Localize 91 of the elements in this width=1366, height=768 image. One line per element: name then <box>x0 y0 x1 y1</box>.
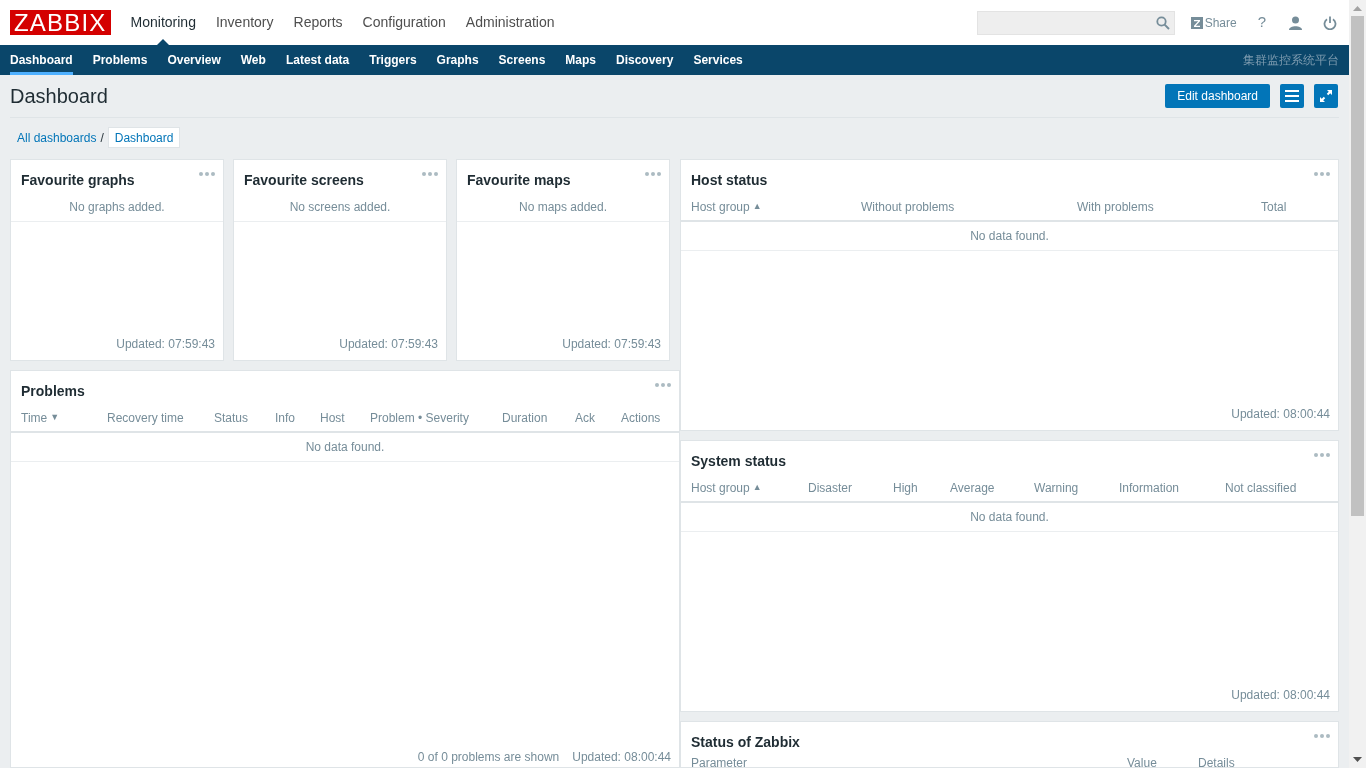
column-header[interactable]: Information <box>1119 478 1180 497</box>
column-header[interactable]: Without problems <box>861 197 955 216</box>
empty-message: No data found. <box>970 228 1049 245</box>
breadcrumb-separator: / <box>100 129 104 147</box>
widget-title: Problems <box>21 383 85 399</box>
menu-tab[interactable]: Reports <box>293 12 343 33</box>
z-logo-icon <box>1190 16 1203 29</box>
page-title: Dashboard <box>10 84 108 109</box>
fullscreen-button[interactable] <box>1314 84 1338 108</box>
column-header[interactable]: Actions <box>621 408 661 427</box>
column-header[interactable]: Host <box>320 408 345 427</box>
user-icon[interactable] <box>1288 15 1303 30</box>
widget-title: Favourite maps <box>467 172 571 188</box>
logo[interactable]: ZABBIX <box>10 10 111 35</box>
column-header[interactable]: Host group <box>691 197 750 216</box>
column-header[interactable]: Duration <box>502 408 548 427</box>
empty-message: No data found. <box>970 509 1049 526</box>
column-header[interactable]: Total <box>1261 197 1287 216</box>
empty-message: No data found. <box>305 439 385 456</box>
menu-tab[interactable]: Monitoring <box>130 12 196 33</box>
scrollbar[interactable] <box>1349 0 1366 768</box>
updated-time: Updated: 07:59:43 <box>562 336 661 353</box>
menu-tab[interactable]: Configuration <box>362 12 446 33</box>
column-header[interactable]: Disaster <box>808 478 852 497</box>
more-options-icon[interactable] <box>655 383 671 387</box>
column-header[interactable]: Parameter <box>691 754 748 768</box>
expand-icon <box>1319 89 1333 103</box>
updated-time: Updated: 07:59:43 <box>339 336 438 353</box>
column-header[interactable]: High <box>893 478 918 497</box>
widget-title: Status of Zabbix <box>691 734 800 750</box>
breadcrumb-link[interactable]: All dashboards <box>17 128 97 147</box>
column-header[interactable]: Not classified <box>1225 478 1297 497</box>
subnav-tab[interactable]: Discovery <box>616 45 674 75</box>
widget-title: Favourite screens <box>244 172 364 188</box>
scrollbar-thumb[interactable] <box>1351 16 1364 516</box>
column-header[interactable]: Problem • Severity <box>370 408 469 427</box>
subnav-tab[interactable]: Web <box>240 45 266 75</box>
more-options-icon[interactable] <box>199 172 215 176</box>
subnav-tab[interactable]: Latest data <box>285 45 350 75</box>
subnav-tab[interactable]: Graphs <box>436 45 479 75</box>
column-header[interactable]: Time <box>21 408 48 427</box>
widget-title: Favourite graphs <box>21 172 135 188</box>
scroll-up-icon[interactable] <box>1353 6 1362 11</box>
scroll-down-icon[interactable] <box>1353 757 1362 762</box>
column-header[interactable]: Status <box>214 408 249 427</box>
menu-button[interactable] <box>1280 84 1304 108</box>
column-header[interactable]: Host group <box>691 478 750 497</box>
subnav-tab[interactable]: Overview <box>167 45 221 75</box>
more-options-icon[interactable] <box>645 172 661 176</box>
column-header[interactable]: Info <box>275 408 295 427</box>
menu-icon <box>1285 90 1299 102</box>
platform-title: 集群监控系统平台 <box>1243 52 1339 69</box>
updated-time: Updated: 07:59:43 <box>116 336 215 353</box>
subnav-tab[interactable]: Screens <box>498 45 546 75</box>
subnav-tab[interactable]: Maps <box>565 45 596 75</box>
column-header[interactable]: Ack <box>575 408 595 427</box>
widget-title: Host status <box>691 172 768 188</box>
column-header[interactable]: Warning <box>1034 478 1079 497</box>
help-link[interactable]: ? <box>1257 11 1266 34</box>
subnav-tab[interactable]: Triggers <box>369 45 417 75</box>
menu-tab[interactable]: Administration <box>465 12 555 33</box>
problems-count: 0 of 0 problems are shown <box>417 749 560 766</box>
more-options-icon[interactable] <box>422 172 438 176</box>
search-icon[interactable] <box>1155 15 1170 30</box>
subnav-tab[interactable]: Dashboard <box>10 45 73 75</box>
subnav-tab[interactable]: Problems <box>92 45 148 75</box>
updated-time: Updated: 08:00:44 <box>1231 406 1330 423</box>
sort-indicator: ▲ <box>752 199 762 213</box>
more-options-icon[interactable] <box>1314 734 1330 738</box>
share-link[interactable]: Share <box>1190 13 1237 32</box>
empty-message: No screens added. <box>289 199 391 216</box>
column-header[interactable]: Recovery time <box>107 408 184 427</box>
sort-indicator: ▲ <box>752 480 762 494</box>
more-options-icon[interactable] <box>1314 172 1330 176</box>
column-header[interactable]: With problems <box>1077 197 1154 216</box>
column-header[interactable]: Average <box>950 478 995 497</box>
sort-indicator: ▼ <box>50 410 60 424</box>
column-header[interactable]: Details <box>1198 754 1235 768</box>
column-header[interactable]: Value <box>1127 754 1157 768</box>
updated-time: Updated: 08:00:44 <box>572 749 671 766</box>
updated-time: Updated: 08:00:44 <box>1231 687 1330 704</box>
more-options-icon[interactable] <box>1314 453 1330 457</box>
empty-message: No graphs added. <box>69 199 165 216</box>
subnav-tab[interactable]: Services <box>693 45 743 75</box>
widget-title: System status <box>691 453 786 469</box>
search-field[interactable] <box>976 10 1175 35</box>
menu-tab[interactable]: Inventory <box>215 12 274 33</box>
power-icon[interactable] <box>1323 15 1337 30</box>
edit-dashboard-button[interactable]: Edit dashboard <box>1165 84 1270 108</box>
breadcrumb-link[interactable]: Dashboard <box>107 127 181 148</box>
empty-message: No maps added. <box>518 199 608 216</box>
